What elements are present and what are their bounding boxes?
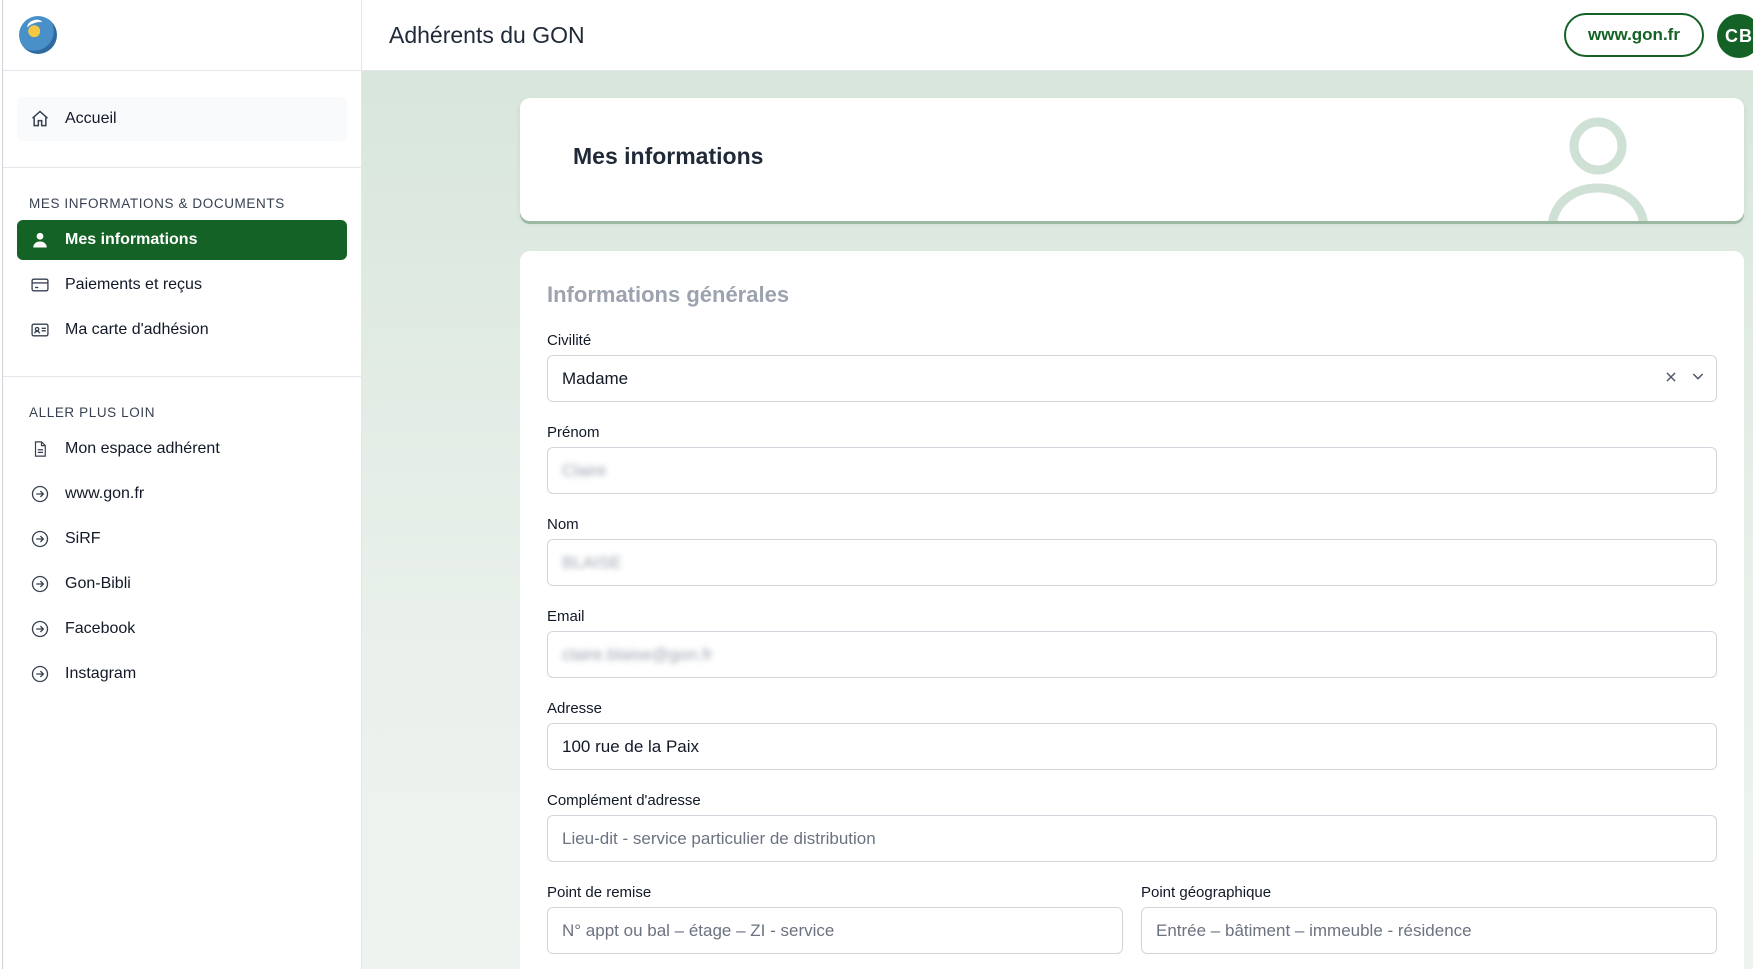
arrow-circle-icon: [29, 573, 51, 595]
section-title-aller-plus-loin: ALLER PLUS LOIN: [29, 405, 156, 420]
select-controls: [1664, 356, 1706, 401]
nom-field[interactable]: BLAISE: [547, 539, 1717, 586]
main-content: Mes informations Informations générales …: [362, 71, 1753, 969]
sidebar-item-facebook[interactable]: Facebook: [17, 609, 347, 649]
credit-card-icon: [29, 274, 51, 296]
complement-label: Complément d'adresse: [547, 792, 701, 809]
sidebar-item-instagram[interactable]: Instagram: [17, 654, 347, 694]
chevron-down-icon[interactable]: [1690, 368, 1706, 389]
home-icon: [29, 108, 51, 130]
prenom-label: Prénom: [547, 424, 600, 441]
sidebar-item-label: www.gon.fr: [65, 485, 145, 502]
clear-icon[interactable]: [1664, 369, 1678, 389]
prenom-field[interactable]: Claire: [547, 447, 1717, 494]
person-illustration-icon: [1546, 116, 1650, 221]
complement-placeholder: Lieu-dit - service particulier de distri…: [562, 828, 876, 848]
document-icon: [29, 438, 51, 460]
point-geo-placeholder: Entrée – bâtiment – immeuble - résidence: [1156, 920, 1472, 940]
gon-site-button[interactable]: www.gon.fr: [1564, 13, 1704, 57]
id-card-icon: [29, 319, 51, 341]
sidebar-item-label: Gon-Bibli: [65, 575, 131, 592]
adresse-value: 100 rue de la Paix: [562, 736, 700, 756]
avatar[interactable]: CB: [1717, 14, 1753, 58]
arrow-circle-icon: [29, 528, 51, 550]
email-label: Email: [547, 608, 585, 625]
adresse-label: Adresse: [547, 700, 603, 717]
gon-logo[interactable]: [19, 16, 57, 54]
app-title: Adhérents du GON: [389, 21, 585, 48]
page-header-card: Mes informations: [520, 98, 1744, 221]
point-geo-label: Point géographique: [1141, 884, 1272, 901]
point-remise-placeholder: N° appt ou bal – étage – ZI - service: [562, 920, 835, 940]
civilite-label: Civilité: [547, 332, 592, 349]
adresse-field[interactable]: 100 rue de la Paix: [547, 723, 1717, 770]
complement-field[interactable]: Lieu-dit - service particulier de distri…: [547, 815, 1717, 862]
sidebar-item-paiements[interactable]: Paiements et reçus: [17, 265, 347, 305]
point-geo-field[interactable]: Entrée – bâtiment – immeuble - résidence: [1141, 907, 1717, 954]
top-bar: Adhérents du GON www.gon.fr CB: [362, 0, 1753, 71]
sidebar-item-label: Paiements et reçus: [65, 276, 202, 293]
logo-row: [3, 0, 361, 71]
email-field[interactable]: claire.blaise@gon.fr: [547, 631, 1717, 678]
sidebar-item-gon-site[interactable]: www.gon.fr: [17, 474, 347, 514]
arrow-circle-icon: [29, 663, 51, 685]
sidebar-item-sirf[interactable]: SiRF: [17, 519, 347, 559]
civilite-select[interactable]: Madame: [547, 355, 1717, 402]
sidebar-item-label: Ma carte d'adhésion: [65, 321, 209, 338]
page-title: Mes informations: [573, 143, 764, 169]
sidebar-item-gon-bibli[interactable]: Gon-Bibli: [17, 564, 347, 604]
email-value: claire.blaise@gon.fr: [562, 644, 713, 664]
prenom-value: Claire: [562, 460, 607, 480]
civilite-value: Madame: [562, 368, 629, 388]
section-title: Informations générales: [547, 282, 790, 307]
sidebar: Accueil MES INFORMATIONS & DOCUMENTS Mes…: [2, 0, 362, 969]
user-icon: [29, 229, 51, 251]
sidebar-item-mon-espace[interactable]: Mon espace adhérent: [17, 429, 347, 469]
sidebar-item-label: Accueil: [65, 110, 117, 127]
sidebar-item-mes-informations[interactable]: Mes informations: [17, 220, 347, 260]
sidebar-item-label: Instagram: [65, 665, 137, 682]
sidebar-item-label: Mon espace adhérent: [65, 440, 220, 457]
point-remise-field[interactable]: N° appt ou bal – étage – ZI - service: [547, 907, 1123, 954]
arrow-circle-icon: [29, 483, 51, 505]
sidebar-item-label: Mes informations: [65, 231, 198, 248]
sidebar-nav: Accueil MES INFORMATIONS & DOCUMENTS Mes…: [3, 71, 361, 694]
section-title-informations: MES INFORMATIONS & DOCUMENTS: [29, 196, 285, 211]
nom-value: BLAISE: [562, 552, 622, 572]
point-remise-label: Point de remise: [547, 884, 652, 901]
sidebar-item-label: Facebook: [65, 620, 136, 637]
sidebar-item-label: SiRF: [65, 530, 101, 547]
arrow-circle-icon: [29, 618, 51, 640]
sidebar-item-accueil[interactable]: Accueil: [17, 97, 347, 141]
nom-label: Nom: [547, 516, 579, 533]
general-info-card: Informations générales Civilité Madame P…: [520, 251, 1744, 969]
sidebar-item-carte-adhesion[interactable]: Ma carte d'adhésion: [17, 310, 347, 350]
